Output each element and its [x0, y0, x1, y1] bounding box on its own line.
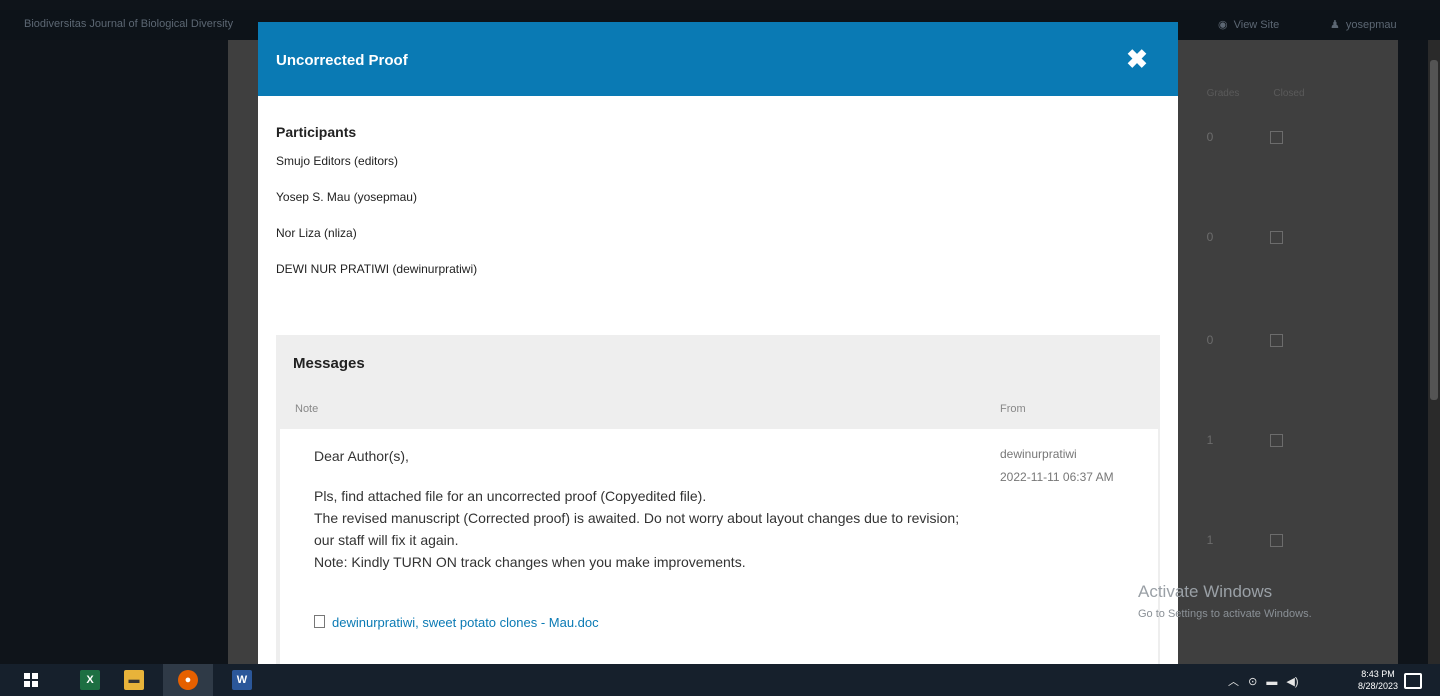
attachment-link[interactable]: dewinurpratiwi, sweet potato clones - Ma… [314, 615, 599, 630]
clock-date: 8/28/2023 [1358, 681, 1399, 691]
modal-title: Uncorrected Proof [276, 52, 408, 69]
watermark-title: Activate Windows [1138, 582, 1273, 601]
volume-icon[interactable]: ◀) [1286, 676, 1298, 688]
view-site-label: View Site [1233, 19, 1280, 31]
participant: Nor Liza (nliza) [276, 226, 357, 240]
background-row: 0 [1190, 130, 1330, 145]
participant: DEWI NUR PRATIWI (dewinurpratiwi) [276, 262, 478, 276]
user-name: yosepmau [1345, 19, 1397, 31]
watermark-subtitle: Go to Settings to activate Windows. [1138, 608, 1312, 620]
word-icon[interactable]: W [232, 670, 252, 690]
column-note-header: Note [295, 403, 319, 415]
background-column-headers: Grades Closed [1190, 88, 1330, 99]
file-icon [314, 615, 325, 628]
modal-header: Uncorrected Proof ✖ [258, 22, 1178, 96]
row-count: 1 [1206, 433, 1214, 447]
firefox-icon[interactable]: ● [178, 670, 198, 690]
message-date: 2022-11-11 06:37 AM [1000, 470, 1114, 484]
messages-heading: Messages [293, 355, 365, 372]
uncorrected-proof-modal: Uncorrected Proof ✖ Participants Smujo E… [258, 22, 1178, 664]
closed-checkbox[interactable] [1270, 334, 1283, 348]
message-line: The revised manuscript (Corrected proof)… [314, 510, 960, 548]
column-grades: Grades [1206, 88, 1240, 99]
participant: Smujo Editors (editors) [276, 154, 399, 168]
row-count: 0 [1206, 130, 1214, 144]
participants-section: Participants Smujo Editors (editors) Yos… [276, 124, 477, 298]
file-explorer-icon[interactable]: ▬ [124, 670, 144, 690]
participant: Yosep S. Mau (yosepmau) [276, 190, 417, 204]
attachment-filename: dewinurpratiwi, sweet potato clones - Ma… [332, 615, 599, 630]
excel-icon[interactable]: X [80, 670, 100, 690]
message-row: Dear Author(s), Pls, find attached file … [280, 429, 1158, 664]
message-line: Note: Kindly TURN ON track changes when … [314, 554, 746, 570]
row-count: 0 [1206, 230, 1214, 244]
background-row: 0 [1190, 333, 1330, 348]
eye-icon: ◉ [1218, 19, 1228, 31]
scrollbar-thumb[interactable] [1430, 60, 1438, 400]
closed-checkbox[interactable] [1270, 434, 1283, 448]
participants-heading: Participants [276, 124, 357, 140]
view-site-link[interactable]: ◉ View Site [1218, 18, 1279, 31]
message-body: Dear Author(s), Pls, find attached file … [314, 445, 974, 573]
battery-icon[interactable]: ▬ [1266, 676, 1277, 688]
message-line: Pls, find attached file for an uncorrect… [314, 488, 707, 504]
closed-checkbox[interactable] [1270, 231, 1283, 245]
background-row: 0 [1190, 230, 1330, 245]
windows-start-icon[interactable] [24, 673, 38, 687]
user-menu[interactable]: ♟ yosepmau [1330, 18, 1397, 31]
clock[interactable]: 8:43 PM 8/28/2023 [1358, 668, 1398, 692]
close-icon[interactable]: ✖ [1124, 46, 1150, 72]
column-closed: Closed [1273, 88, 1305, 99]
row-count: 1 [1206, 533, 1214, 547]
chevron-up-icon[interactable]: ︿ [1228, 676, 1239, 688]
activation-watermark: Activate Windows Go to Settings to activ… [1138, 582, 1312, 620]
message-sender: dewinurpratiwi [1000, 447, 1077, 461]
page-scrollbar[interactable] [1428, 40, 1440, 664]
message-from: dewinurpratiwi 2022-11-11 06:37 AM [1000, 443, 1140, 489]
messages-section: Messages Note From Dear Author(s), Pls, … [276, 335, 1160, 664]
taskbar: X ▬ ● W ︿ ⊙ ▬ ◀) 8:43 PM 8/28/2023 [0, 664, 1440, 696]
system-tray: ︿ ⊙ ▬ ◀) [1228, 673, 1305, 689]
message-greeting: Dear Author(s), [314, 448, 409, 464]
user-icon: ♟ [1330, 19, 1340, 31]
network-icon[interactable]: ⊙ [1248, 676, 1257, 688]
background-row: 1 [1190, 433, 1330, 448]
notification-icon[interactable] [1404, 673, 1422, 689]
clock-time: 8:43 PM [1361, 669, 1395, 679]
column-from-header: From [1000, 403, 1026, 415]
site-title[interactable]: Biodiversitas Journal of Biological Dive… [24, 18, 233, 30]
closed-checkbox[interactable] [1270, 131, 1283, 145]
background-row: 1 [1190, 533, 1330, 548]
closed-checkbox[interactable] [1270, 534, 1283, 548]
row-count: 0 [1206, 333, 1214, 347]
